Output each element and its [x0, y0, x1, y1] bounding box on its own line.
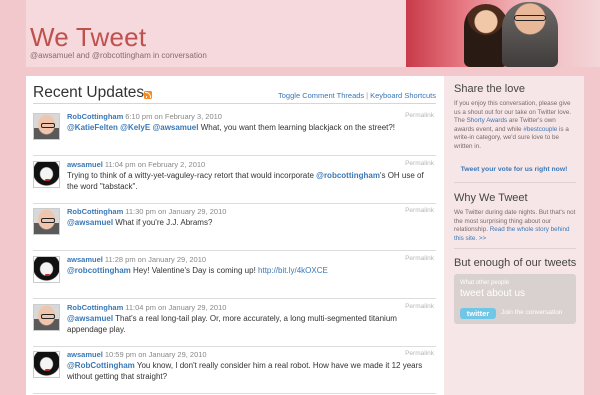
why-text: We Twitter during date nights. But that'… — [454, 209, 576, 243]
avatar[interactable] — [33, 256, 60, 283]
permalink-link[interactable]: Permalink — [405, 303, 434, 310]
tweet-header: RobCottingham 6:10 pm on February 3, 2010 — [67, 112, 222, 121]
mention-link[interactable]: @awsamuel — [67, 314, 113, 323]
rss-icon[interactable] — [144, 91, 152, 99]
avatar[interactable] — [33, 113, 60, 140]
permalink-link[interactable]: Permalink — [405, 112, 434, 119]
mention-link[interactable]: @RobCottingham — [67, 361, 135, 370]
share-text: If you enjoy this conversation, please g… — [454, 100, 576, 152]
shorty-awards-link[interactable]: Shorty Awards — [467, 117, 507, 124]
title-divider — [33, 103, 436, 104]
tweet-row: awsamuel 10:59 pm on January 29, 2010 Perm… — [33, 346, 436, 394]
tweet-timestamp[interactable]: 6:10 pm on February 3, 2010 — [125, 112, 222, 121]
tweet-text: @RobCottingham You know, I don't really … — [67, 360, 433, 382]
permalink-link[interactable]: Permalink — [405, 207, 434, 214]
mention-link[interactable]: @KelyE — [120, 123, 150, 132]
twitter-logo-icon[interactable]: twitter — [460, 308, 496, 319]
tweet-text-part: What if you're J.J. Abrams? — [113, 218, 213, 227]
tweet-text: @KatieFelten @KelyE @awsamuel What, you … — [67, 122, 433, 133]
recent-updates-title: Recent Updates — [33, 84, 145, 101]
tweet-row: awsamuel 11:28 pm on January 29, 2010 Perm… — [33, 251, 436, 299]
why-heading: Why We Tweet — [454, 192, 528, 204]
recent-updates-panel: Recent Updates Toggle Comment Threads | Ke… — [26, 76, 444, 395]
tweet-text-part: What, you want them learning blackjack o… — [198, 123, 396, 132]
photo-glasses — [514, 15, 546, 21]
keyboard-shortcuts-link[interactable]: Keyboard Shortcuts — [370, 91, 436, 100]
mention-link[interactable]: @KatieFelten — [67, 123, 118, 132]
avatar[interactable] — [33, 304, 60, 331]
tweet-header: awsamuel 11:04 pm on February 2, 2010 — [67, 160, 205, 169]
sidebar-divider — [454, 248, 576, 249]
tweet-author-link[interactable]: RobCottingham — [67, 112, 123, 121]
tweet-row: RobCottingham 6:10 pm on February 3, 2010… — [33, 108, 436, 156]
permalink-link[interactable]: Permalink — [405, 255, 434, 262]
tweet-text: Trying to think of a witty-yet-vaguley-r… — [67, 170, 433, 192]
tweet-timestamp[interactable]: 11:28 pm on January 29, 2010 — [105, 255, 206, 264]
tweet-text-part: Trying to think of a witty-yet-vaguley-r… — [67, 171, 317, 180]
tweet-row: RobCottingham 11:30 pm on January 29, 201… — [33, 203, 436, 251]
tweet-author-link[interactable]: RobCottingham — [67, 303, 123, 312]
about-big-text: tweet about us — [460, 288, 526, 299]
sidebar-divider — [454, 182, 576, 183]
link-separator: | — [366, 91, 369, 100]
tweet-vote-link[interactable]: Tweet your vote for us right now! — [444, 166, 584, 173]
tweet-header: RobCottingham 11:30 pm on January 29, 201… — [67, 207, 226, 216]
tweet-text-part: Hey! Valentine's Day is coming up! — [130, 266, 259, 275]
mention-link[interactable]: @robcottingham — [316, 171, 380, 180]
url-link[interactable]: http://bit.ly/4kOXCE — [258, 266, 328, 275]
enough-heading: But enough of our tweets — [454, 257, 577, 269]
join-conversation-link[interactable]: Join the conversation — [501, 309, 562, 316]
tweet-text: @awsamuel What if you're J.J. Abrams? — [67, 217, 433, 228]
tweet-header: RobCottingham 11:04 pm on January 29, 201… — [67, 303, 226, 312]
tweet-header: awsamuel 11:28 pm on January 29, 2010 — [67, 255, 206, 264]
mention-link[interactable]: @robcottingham — [67, 266, 131, 275]
about-small-text: What other people — [460, 280, 510, 286]
permalink-link[interactable]: Permalink — [405, 160, 434, 167]
tweet-author-link[interactable]: awsamuel — [67, 255, 103, 264]
sidebar: Share the love If you enjoy this convers… — [444, 76, 584, 395]
site-title[interactable]: We Tweet — [30, 22, 146, 53]
avatar[interactable] — [33, 161, 60, 188]
toggle-comment-threads-link[interactable]: Toggle Comment Threads — [278, 91, 364, 100]
tweet-text: @robcottingham Hey! Valentine's Day is c… — [67, 265, 433, 276]
tweet-author-link[interactable]: awsamuel — [67, 350, 103, 359]
site-header: We Tweet @awsamuel and @robcottingham in… — [26, 0, 600, 67]
share-heading: Share the love — [454, 83, 525, 95]
tweet-text-part: That's a real long-tail play. Or, more a… — [67, 314, 397, 334]
avatar[interactable] — [33, 351, 60, 378]
tweet-header: awsamuel 10:59 pm on January 29, 2010 — [67, 350, 207, 359]
tweet-timestamp[interactable]: 11:04 pm on January 29, 2010 — [125, 303, 226, 312]
tweet-timestamp[interactable]: 11:04 pm on February 2, 2010 — [105, 160, 205, 169]
tweet-row: RobCottingham 11:04 pm on January 29, 201… — [33, 299, 436, 347]
site-subtitle: @awsamuel and @robcottingham in conversa… — [30, 51, 207, 60]
mention-link[interactable]: @awsamuel — [67, 218, 113, 227]
tweet-text: @awsamuel That's a real long-tail play. … — [67, 313, 433, 335]
thread-links: Toggle Comment Threads | Keyboard Shortcut… — [278, 91, 436, 100]
avatar[interactable] — [33, 208, 60, 235]
tweet-timestamp[interactable]: 10:59 pm on January 29, 2010 — [105, 350, 207, 359]
tweet-author-link[interactable]: RobCottingham — [67, 207, 123, 216]
photo-person-man — [502, 2, 558, 67]
tweet-author-link[interactable]: awsamuel — [67, 160, 103, 169]
tweet-row: awsamuel 11:04 pm on February 2, 2010 Perm… — [33, 156, 436, 204]
permalink-link[interactable]: Permalink — [405, 350, 434, 357]
tweet-about-us-box[interactable]: What other people tweet about us twitter… — [454, 274, 576, 324]
mention-link[interactable]: @awsamuel — [152, 123, 198, 132]
tweet-timestamp[interactable]: 11:30 pm on January 29, 2010 — [125, 207, 226, 216]
bestcouple-link[interactable]: #bestcouple — [523, 126, 557, 133]
couple-photo — [406, 0, 600, 67]
